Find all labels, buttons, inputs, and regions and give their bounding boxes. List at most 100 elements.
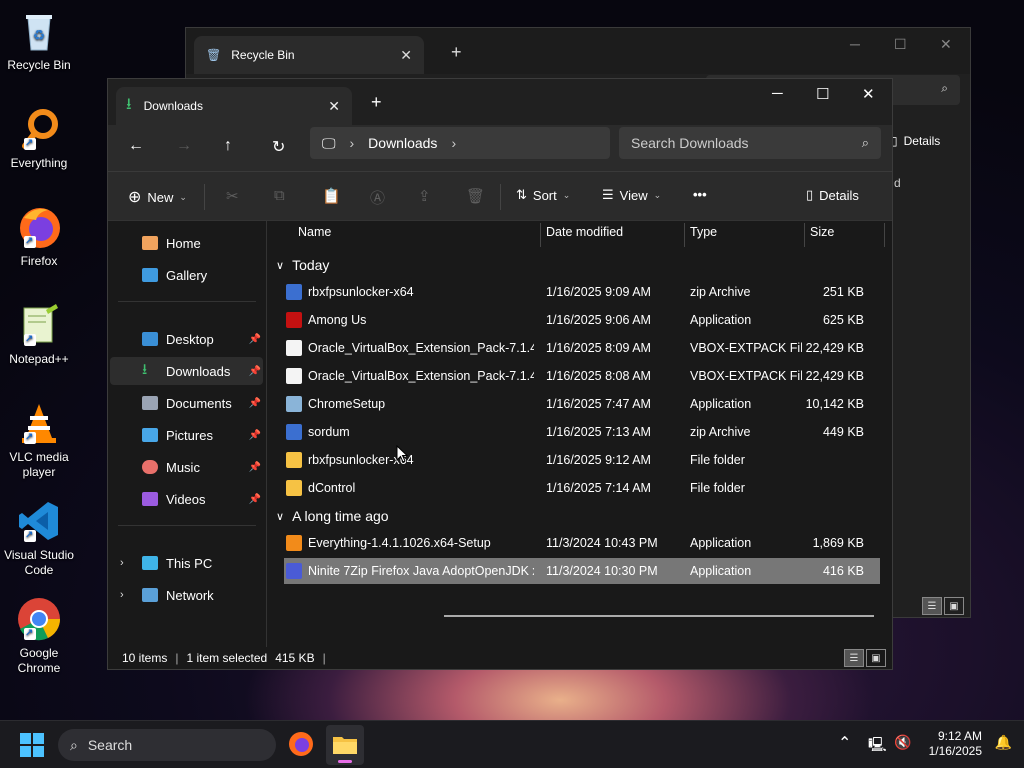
sidebar-item-this-pc[interactable]: › This PC: [110, 549, 263, 577]
status-bar: 10 items | 1 item selected 415 KB | ☰ ▣: [108, 647, 892, 669]
sidebar-item-downloads[interactable]: ⭳ Downloads 📌: [110, 357, 263, 385]
details-view-icon[interactable]: ☰: [844, 649, 864, 667]
desktop-icon-everything[interactable]: Everything: [4, 106, 74, 171]
column-header-name[interactable]: Name: [298, 225, 331, 247]
details-view-icon[interactable]: ☰: [922, 597, 942, 615]
taskbar-file-explorer[interactable]: [326, 725, 364, 765]
rename-icon[interactable]: Ⓐ: [370, 187, 385, 208]
desktop-icon-firefox[interactable]: Firefox: [4, 204, 74, 269]
file-row[interactable]: Among Us 1/16/2025 9:06 AM Application 625 …: [284, 307, 880, 333]
partial-text: d: [894, 176, 901, 190]
tab-recycle-bin[interactable]: 🗑 Recycle Bin ✕: [194, 36, 424, 74]
titlebar: ⭳ Downloads ✕ + ─ ☐ ✕: [108, 79, 892, 125]
file-date: 11/3/2024 10:30 PM: [546, 564, 658, 578]
pin-icon[interactable]: 📌: [249, 334, 261, 345]
desktop-icon-vlc[interactable]: VLC media player: [4, 400, 74, 480]
clock[interactable]: 9:12 AM 1/16/2025: [929, 729, 982, 759]
column-header-date[interactable]: Date modified: [546, 225, 623, 247]
downloads-window[interactable]: ⭳ Downloads ✕ + ─ ☐ ✕ ← → ↑ ↻ 🖵 › Downlo…: [107, 78, 893, 670]
address-bar-row: ← → ↑ ↻ 🖵 › Downloads › Search Downloads…: [108, 125, 892, 171]
back-arrow-icon[interactable]: ←: [128, 137, 144, 155]
desktop-icon-recycle-bin[interactable]: ♻ Recycle Bin: [4, 8, 74, 73]
sidebar-item-home[interactable]: Home: [110, 229, 263, 257]
more-options-icon[interactable]: •••: [693, 187, 707, 202]
chevron-right-icon[interactable]: ›: [451, 135, 456, 151]
chevron-up-icon[interactable]: ⌃: [838, 733, 851, 753]
taskbar-firefox[interactable]: [288, 731, 314, 760]
share-icon[interactable]: ⇪: [418, 187, 431, 205]
file-row[interactable]: rbxfpsunlocker-x64 1/16/2025 9:12 AM File …: [284, 447, 880, 473]
pin-icon[interactable]: 📌: [249, 462, 261, 473]
desktop-icon-vscode[interactable]: Visual Studio Code: [4, 498, 74, 578]
desktop-icon-notepadpp[interactable]: Notepad++: [4, 302, 74, 367]
sidebar-item-network[interactable]: › Network: [110, 581, 263, 609]
tiles-view-icon[interactable]: ▣: [866, 649, 886, 667]
breadcrumb-downloads[interactable]: Downloads: [368, 135, 437, 151]
file-row[interactable]: sordum 1/16/2025 7:13 AM zip Archive 449 KB: [284, 419, 880, 445]
chevron-right-icon[interactable]: ›: [120, 557, 124, 569]
breadcrumb[interactable]: 🖵 › Downloads ›: [310, 127, 610, 159]
forward-arrow-icon[interactable]: →: [176, 137, 192, 155]
pin-icon[interactable]: 📌: [249, 494, 261, 505]
pin-icon[interactable]: 📌: [249, 398, 261, 409]
pin-icon[interactable]: 📌: [249, 430, 261, 441]
new-button[interactable]: ⊕ New ⌄: [128, 187, 187, 207]
delete-icon[interactable]: 🗑: [466, 187, 485, 205]
vlc-icon: [16, 400, 62, 446]
minimize-button[interactable]: ─: [772, 85, 783, 102]
sidebar-item-gallery[interactable]: Gallery: [110, 261, 263, 289]
cut-icon[interactable]: ✂: [226, 187, 239, 205]
sort-button[interactable]: ⇅ Sort ⌄: [516, 187, 570, 203]
refresh-icon[interactable]: ↻: [272, 137, 285, 157]
desktop-icon-chrome[interactable]: Google Chrome: [4, 596, 74, 676]
sidebar-item-videos[interactable]: Videos 📌: [110, 485, 263, 513]
sidebar-item-desktop[interactable]: Desktop 📌: [110, 325, 263, 353]
view-button[interactable]: ☰ View ⌄: [602, 187, 661, 203]
start-button[interactable]: [20, 733, 44, 760]
content-area: Home Gallery Desktop 📌 ⭳ Downloads 📌 Doc…: [108, 221, 892, 647]
network-status-icon[interactable]: 🖳: [868, 734, 887, 758]
maximize-button[interactable]: ☐: [816, 85, 829, 103]
taskbar-search[interactable]: ⌕ Search: [58, 729, 276, 761]
zip-icon: [286, 424, 302, 440]
copy-icon[interactable]: ⧉: [274, 187, 285, 204]
tiles-view-icon[interactable]: ▣: [944, 597, 964, 615]
column-header-type[interactable]: Type: [690, 225, 717, 247]
search-input[interactable]: Search Downloads ⌕: [619, 127, 881, 159]
close-button[interactable]: ✕: [940, 36, 952, 53]
sidebar-item-music[interactable]: Music 📌: [110, 453, 263, 481]
paste-icon[interactable]: 📋: [322, 187, 341, 205]
pin-icon[interactable]: 📌: [249, 366, 261, 377]
notification-bell-icon[interactable]: 🔔: [995, 734, 1012, 751]
sidebar-item-pictures[interactable]: Pictures 📌: [110, 421, 263, 449]
group-header-today[interactable]: ∨ Today: [276, 257, 329, 273]
close-tab-icon[interactable]: ✕: [400, 47, 412, 64]
tab-downloads[interactable]: ⭳ Downloads ✕: [116, 87, 352, 125]
chevron-right-icon[interactable]: ›: [120, 589, 124, 601]
details-pane-icon: ▯: [806, 187, 814, 202]
new-tab-button[interactable]: +: [371, 92, 382, 113]
recycle-bin-small-icon: 🗑: [206, 48, 222, 62]
file-row[interactable]: Everything-1.4.1.1026.x64-Setup 11/3/2024…: [284, 530, 880, 556]
sidebar-item-documents[interactable]: Documents 📌: [110, 389, 263, 417]
file-row[interactable]: rbxfpsunlocker-x64 1/16/2025 9:09 AM zip A…: [284, 279, 880, 305]
horizontal-scrollbar[interactable]: [444, 615, 874, 617]
tab-title: Downloads: [143, 99, 203, 113]
file-row[interactable]: dControl 1/16/2025 7:14 AM File folder: [284, 475, 880, 501]
file-row[interactable]: Ninite 7Zip Firefox Java AdoptOpenJDK x.…: [284, 558, 880, 584]
close-tab-icon[interactable]: ✕: [328, 98, 340, 115]
file-row[interactable]: ChromeSetup 1/16/2025 7:47 AM Application 1…: [284, 391, 880, 417]
details-button[interactable]: ▯ Details: [806, 187, 859, 203]
new-tab-button[interactable]: +: [451, 42, 462, 63]
file-row[interactable]: Oracle_VirtualBox_Extension_Pack-7.1.4(1…: [284, 335, 880, 361]
close-button[interactable]: ✕: [862, 85, 875, 103]
file-name: Oracle_VirtualBox_Extension_Pack-7.1.4(1…: [308, 341, 534, 355]
minimize-button[interactable]: ─: [850, 36, 860, 52]
group-header-older[interactable]: ∨ A long time ago: [276, 508, 389, 524]
file-row[interactable]: Oracle_VirtualBox_Extension_Pack-7.1.4.v…: [284, 363, 880, 389]
up-arrow-icon[interactable]: ↑: [224, 137, 232, 155]
maximize-button[interactable]: ☐: [894, 36, 907, 53]
column-header-size[interactable]: Size: [810, 225, 834, 247]
details-button[interactable]: ▯ Details: [891, 134, 940, 148]
volume-muted-icon[interactable]: 🔇: [894, 734, 911, 751]
